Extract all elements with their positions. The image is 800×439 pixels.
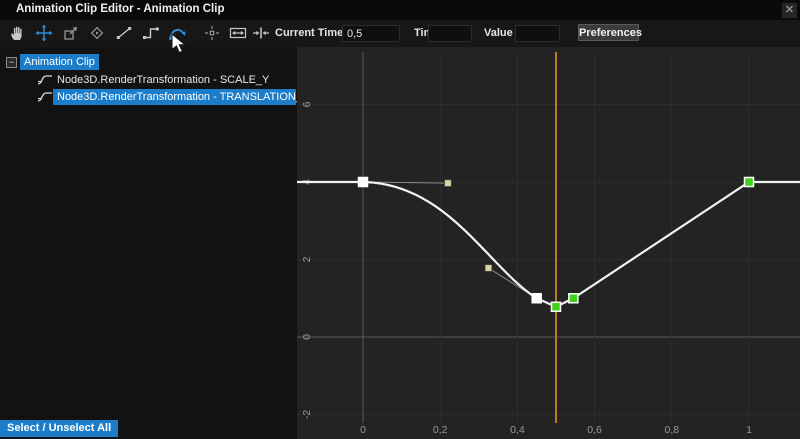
y-axis-tick-label: 2 bbox=[301, 256, 313, 262]
y-axis-tick-label: 0 bbox=[301, 334, 313, 340]
keyframe-point-selected[interactable] bbox=[552, 302, 561, 311]
animation-curve[interactable] bbox=[297, 182, 800, 307]
tree-row-scale-y[interactable]: Node3D.RenderTransformation - SCALE_Y bbox=[0, 72, 297, 88]
window-title: Animation Clip Editor - Animation Clip bbox=[16, 3, 224, 15]
title-bar: Animation Clip Editor - Animation Clip ✕ bbox=[0, 0, 800, 20]
x-axis-tick-label: 0,6 bbox=[587, 424, 602, 436]
scale-tool-icon[interactable] bbox=[62, 24, 80, 42]
x-axis-tick-label: 0 bbox=[360, 424, 366, 436]
compress-horizontal-tool-icon[interactable] bbox=[252, 24, 270, 42]
current-time-label: Current Time bbox=[275, 27, 343, 39]
curve-editor-panel: 6420-200,20,40,60,81 bbox=[297, 47, 800, 439]
collapse-expander-icon[interactable]: − bbox=[6, 57, 17, 68]
select-unselect-all-button[interactable]: Select / Unselect All bbox=[0, 420, 118, 437]
tree-item-label[interactable]: Node3D.RenderTransformation - TRANSLATIO… bbox=[53, 89, 296, 105]
x-axis-tick-label: 0,8 bbox=[664, 424, 679, 436]
y-axis-tick-label: -2 bbox=[301, 410, 313, 419]
keyframe-point[interactable] bbox=[359, 178, 368, 187]
x-axis-tick-label: 0,4 bbox=[510, 424, 525, 436]
x-axis-tick-label: 1 bbox=[746, 424, 752, 436]
tree-row-root[interactable]: − Animation Clip bbox=[0, 54, 297, 70]
value-input[interactable] bbox=[515, 25, 560, 42]
keyframe-point-selected[interactable] bbox=[745, 178, 754, 187]
animation-clip-editor-window: Animation Clip Editor - Animation Clip ✕ bbox=[0, 0, 800, 439]
linear-interpolation-tool-icon[interactable] bbox=[115, 24, 133, 42]
close-icon[interactable]: ✕ bbox=[782, 3, 797, 18]
track-tree-panel: − Animation Clip Node3D.RenderTransforma… bbox=[0, 47, 297, 439]
pan-hand-tool-icon[interactable] bbox=[8, 24, 26, 42]
y-axis-tick-label: 6 bbox=[301, 101, 313, 107]
value-label: Value bbox=[484, 27, 513, 39]
keyframe-point-selected[interactable] bbox=[569, 294, 578, 303]
snap-keyframe-tool-icon[interactable] bbox=[203, 24, 221, 42]
step-interpolation-tool-icon[interactable] bbox=[142, 24, 160, 42]
tangent-handle-point[interactable] bbox=[485, 265, 492, 272]
tree-root-label[interactable]: Animation Clip bbox=[20, 54, 99, 70]
keyframe-point[interactable] bbox=[532, 294, 541, 303]
curve-interpolation-tool-icon[interactable] bbox=[168, 24, 186, 42]
tree-row-translation-y[interactable]: Node3D.RenderTransformation - TRANSLATIO… bbox=[0, 89, 297, 105]
animation-curve-icon bbox=[37, 91, 53, 108]
current-time-input[interactable] bbox=[342, 25, 400, 42]
tangent-handle-point[interactable] bbox=[444, 180, 451, 187]
preferences-button[interactable]: Preferences bbox=[578, 24, 639, 41]
tree-item-label[interactable]: Node3D.RenderTransformation - SCALE_Y bbox=[53, 72, 273, 88]
move-tool-icon[interactable] bbox=[35, 24, 53, 42]
time-input[interactable] bbox=[428, 25, 472, 42]
curve-editor-canvas[interactable]: 6420-200,20,40,60,81 bbox=[297, 47, 800, 439]
toolbar: Current Time Time Value Preferences bbox=[0, 20, 800, 47]
fit-horizontal-tool-icon[interactable] bbox=[229, 24, 247, 42]
x-axis-tick-label: 0,2 bbox=[433, 424, 448, 436]
keyframe-diamond-tool-icon[interactable] bbox=[88, 24, 106, 42]
